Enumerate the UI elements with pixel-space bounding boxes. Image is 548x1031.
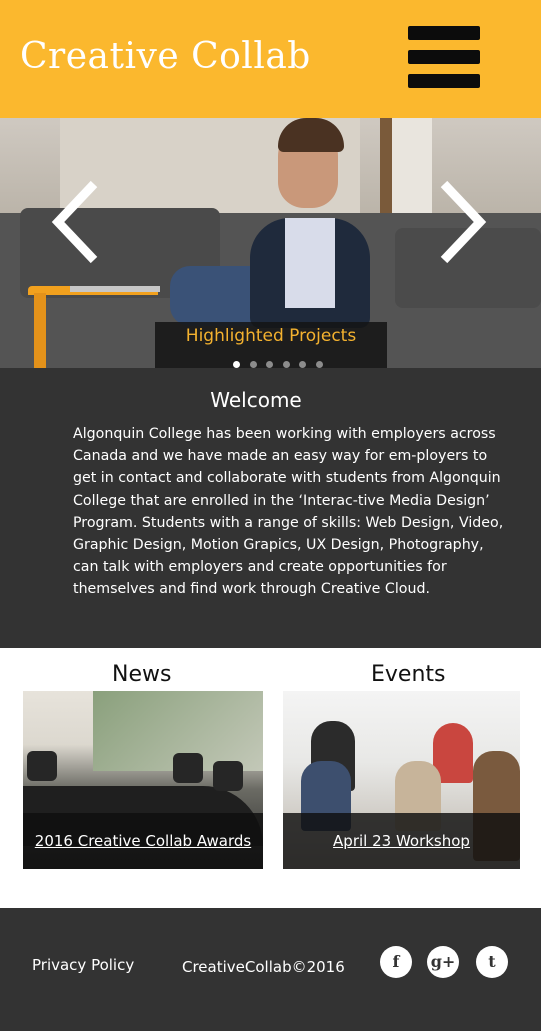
news-caption: 2016 Creative Collab Awards <box>23 813 263 869</box>
hero-caption-text: Highlighted Projects <box>185 326 357 346</box>
carousel-dot[interactable] <box>249 361 257 368</box>
carousel-dot[interactable] <box>299 361 306 368</box>
hamburger-menu-icon[interactable] <box>408 26 482 90</box>
events-link[interactable]: April 23 Workshop <box>283 832 520 850</box>
events-title: Events <box>371 662 446 687</box>
google-plus-icon[interactable]: g+ <box>427 946 459 978</box>
news-link[interactable]: 2016 Creative Collab Awards <box>23 832 263 850</box>
facebook-icon[interactable]: f <box>380 946 412 978</box>
twitter-icon[interactable]: t <box>476 946 508 978</box>
carousel-dot[interactable] <box>315 361 323 368</box>
carousel-dot[interactable] <box>233 361 240 368</box>
site-header: Creative Collab <box>0 0 541 118</box>
carousel-dot[interactable] <box>266 361 273 368</box>
carousel-indicators <box>233 353 332 368</box>
copyright-text: CreativeCollab©2016 <box>182 958 345 976</box>
events-caption: April 23 Workshop <box>283 813 520 869</box>
news-title: News <box>112 662 172 687</box>
chevron-right-icon[interactable] <box>438 180 488 264</box>
brand-title[interactable]: Creative Collab <box>20 36 311 77</box>
events-card[interactable]: April 23 Workshop <box>283 691 520 869</box>
privacy-policy-link[interactable]: Privacy Policy <box>32 956 134 974</box>
carousel-dot[interactable] <box>282 361 290 368</box>
news-card[interactable]: 2016 Creative Collab Awards <box>23 691 263 869</box>
welcome-title: Welcome <box>210 388 302 412</box>
site-footer: Privacy Policy CreativeCollab©2016 f g+ … <box>0 908 541 1031</box>
welcome-text: Algonquin College has been working with … <box>73 426 504 598</box>
chevron-left-icon[interactable] <box>50 180 100 264</box>
welcome-section: Welcome Algonquin College has been worki… <box>0 368 541 648</box>
